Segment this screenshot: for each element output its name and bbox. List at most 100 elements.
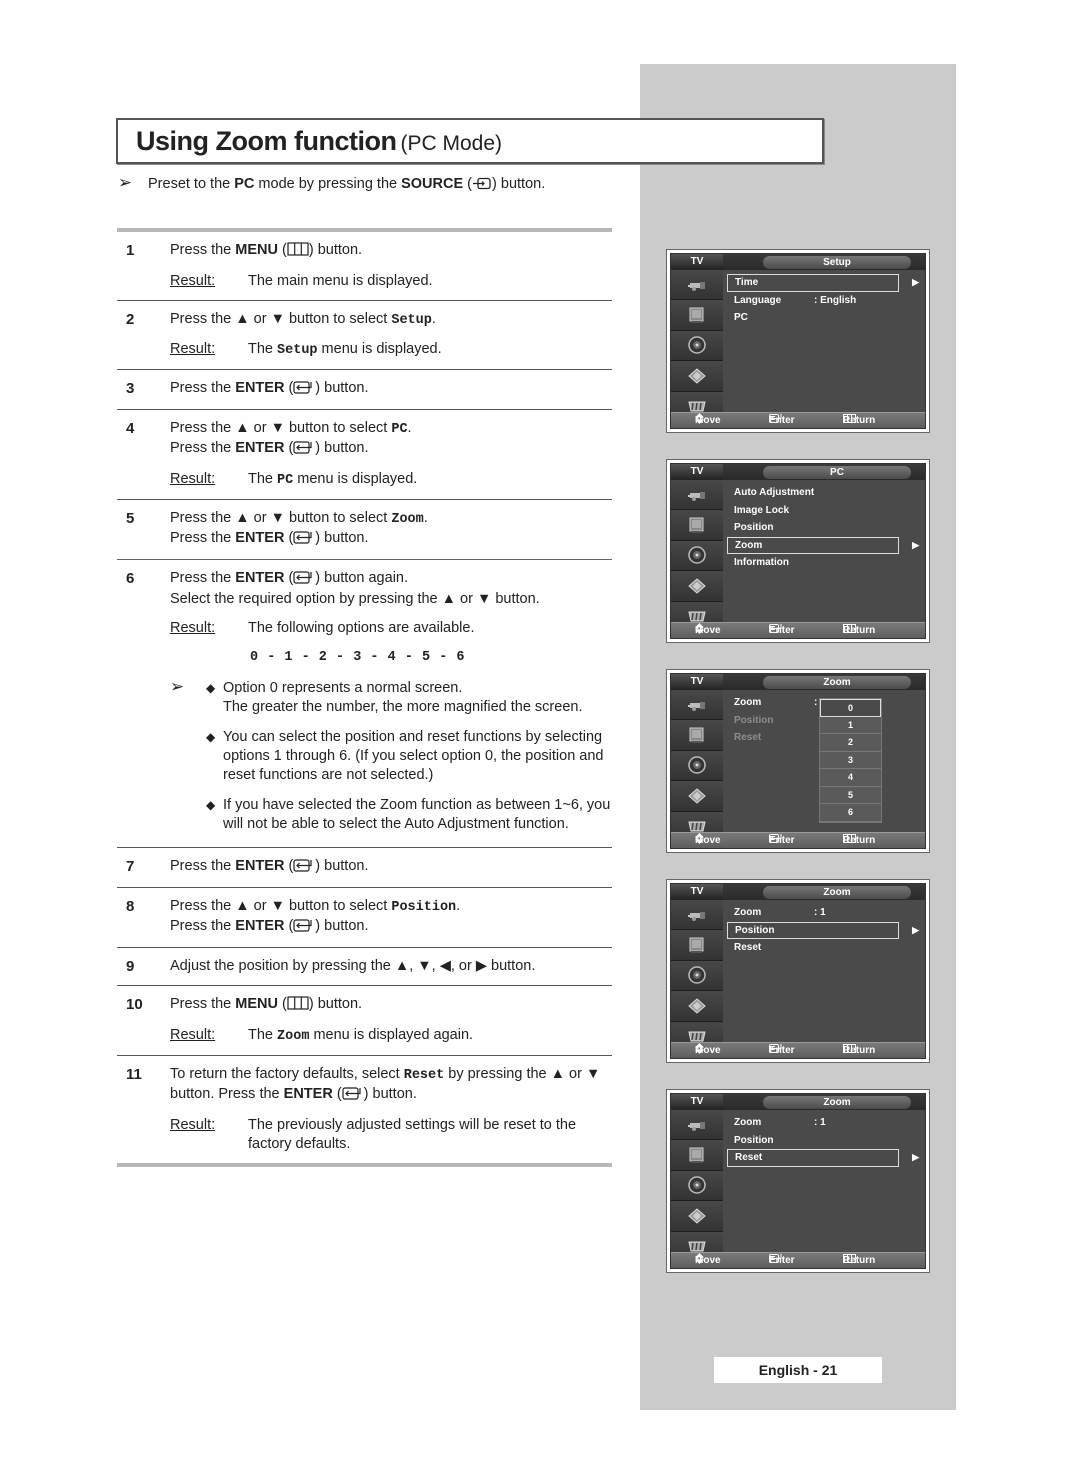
picture-icon[interactable] bbox=[671, 510, 723, 541]
osd-footer: Move Enter Return bbox=[671, 622, 925, 638]
input-icon[interactable] bbox=[671, 480, 723, 511]
input-icon[interactable] bbox=[671, 900, 723, 931]
osd-item-label: Reset bbox=[735, 1152, 763, 1163]
osd-item-label: Position bbox=[734, 1134, 774, 1146]
zoom-option[interactable]: 3 bbox=[820, 752, 881, 769]
picture-icon[interactable] bbox=[671, 300, 723, 331]
menu-item-name: Position bbox=[391, 900, 457, 915]
osd-menu-item[interactable]: Reset▶ bbox=[727, 939, 919, 957]
osd-menu-item[interactable]: Position▶ bbox=[727, 921, 919, 939]
step-text: To return the factory defaults, select bbox=[170, 1066, 404, 1082]
step-8: 8 Press the ▲ or ▼ button to select Posit… bbox=[117, 888, 612, 947]
step-1: 1 Press the MENU () button. Result: The mai… bbox=[117, 232, 612, 300]
step-2: 2 Press the ▲ or ▼ button to select Setup… bbox=[117, 301, 612, 369]
step-text: Press the ENTER () button. bbox=[170, 380, 369, 396]
steps-list: 1 Press the MENU () button. Result: The mai… bbox=[117, 228, 612, 1167]
sound-icon[interactable] bbox=[671, 330, 723, 362]
osd-menu-item[interactable]: Image Lock▶ bbox=[727, 502, 919, 520]
osd-item-label: Language bbox=[734, 294, 782, 306]
sound-icon[interactable] bbox=[671, 750, 723, 782]
zoom-option[interactable]: 4 bbox=[820, 769, 881, 787]
diamond-bullet-icon: ◆ bbox=[206, 798, 216, 812]
osd-menu-item[interactable]: Position▶ bbox=[727, 1132, 919, 1150]
diamond-bullet-icon: ◆ bbox=[206, 681, 216, 695]
osd-item-label: Time bbox=[735, 277, 759, 288]
osd-menu-title: Zoom bbox=[763, 676, 911, 689]
zoom-option[interactable]: 6 bbox=[820, 804, 881, 822]
osd-menu-item[interactable]: Position▶ bbox=[727, 519, 919, 537]
channel-icon[interactable] bbox=[671, 781, 723, 812]
step-text: Press the MENU () button. bbox=[170, 996, 362, 1012]
enter-icon bbox=[293, 440, 315, 460]
preset-note: ➢ Preset to the PC mode by pressing the S… bbox=[118, 173, 546, 192]
channel-icon[interactable] bbox=[671, 991, 723, 1022]
menu-icon bbox=[287, 242, 309, 262]
menu-item-name: Reset bbox=[403, 1068, 445, 1083]
picture-icon[interactable] bbox=[671, 930, 723, 961]
move-label: Move bbox=[695, 625, 721, 636]
divider bbox=[117, 1163, 612, 1167]
preset-text: Preset to the bbox=[148, 176, 235, 192]
step-text: Press the MENU () button. bbox=[170, 242, 362, 258]
step-4: 4 Press the ▲ or ▼ button to select PC. Pr… bbox=[117, 410, 612, 499]
osd-menu-item[interactable]: PC▶ bbox=[727, 309, 919, 327]
step-10: 10 Press the MENU () button. Result: The Zo… bbox=[117, 986, 612, 1055]
osd-menu-item[interactable]: Zoom ▶ bbox=[727, 536, 919, 554]
result-label: Result: bbox=[170, 1027, 216, 1043]
step-number: 9 bbox=[126, 958, 135, 975]
osd-item-value: : 1 bbox=[814, 1117, 826, 1128]
osd-footer: Move Enter Return bbox=[671, 1042, 925, 1058]
osd-menu-item[interactable]: Information▶ bbox=[727, 554, 919, 572]
osd-footer: Move Enter Return bbox=[671, 1252, 925, 1268]
step-instruction: Press the ▲ or ▼ button to select Zoom. bbox=[170, 509, 612, 529]
note-arrow-icon: ➢ bbox=[118, 173, 133, 192]
sound-icon[interactable] bbox=[671, 1170, 723, 1202]
osd-tv-label: TV bbox=[671, 464, 723, 480]
osd-screen-5: TVZoomZoom: 1▶Position▶Reset▶ Move Enter… bbox=[666, 1089, 930, 1273]
input-icon[interactable] bbox=[671, 690, 723, 721]
channel-icon[interactable] bbox=[671, 571, 723, 602]
osd-menu-item[interactable]: Time ▶ bbox=[727, 274, 919, 292]
title-sub: (PC Mode) bbox=[400, 132, 502, 155]
zoom-option[interactable]: 2 bbox=[820, 734, 881, 752]
step-instruction: Press the ▲ or ▼ button to select Setup. bbox=[170, 310, 612, 330]
sound-icon[interactable] bbox=[671, 960, 723, 992]
zoom-option[interactable]: 1 bbox=[820, 717, 881, 734]
osd-menu-items: Time ▶ Language: English ▶ PC▶ bbox=[727, 274, 919, 327]
osd-item-label: Zoom bbox=[735, 539, 763, 551]
input-icon[interactable] bbox=[671, 270, 723, 301]
osd-menu-item[interactable]: Language: English▶ bbox=[727, 292, 919, 310]
picture-icon[interactable] bbox=[671, 1140, 723, 1171]
sound-icon[interactable] bbox=[671, 540, 723, 572]
channel-icon[interactable] bbox=[671, 361, 723, 392]
step-instruction: Press the MENU () button. bbox=[170, 995, 612, 1016]
osd-menu-item[interactable]: Auto Adjustment▶ bbox=[727, 484, 919, 502]
osd-menu-item[interactable]: Zoom: 1▶ bbox=[727, 904, 919, 922]
picture-icon[interactable] bbox=[671, 720, 723, 751]
zoom-option[interactable]: 5 bbox=[820, 787, 881, 804]
osd-menu-items: Auto Adjustment▶Image Lock▶Position▶Zoom… bbox=[727, 484, 919, 572]
menu-item-name: Zoom bbox=[391, 512, 424, 527]
step-text: . bbox=[456, 898, 461, 914]
osd-menu-title: PC bbox=[763, 466, 911, 479]
enter-key-label: ENTER bbox=[235, 380, 285, 396]
osd-menu-title: Zoom bbox=[763, 1096, 911, 1109]
page-number: English - 21 bbox=[714, 1357, 882, 1383]
enter-key-label: ENTER bbox=[235, 570, 285, 586]
osd-menu-item[interactable]: Zoom: 1▶ bbox=[727, 1114, 919, 1132]
zoom-option[interactable]: 0 bbox=[820, 699, 881, 717]
enter-icon bbox=[293, 918, 315, 938]
step-3: 3 Press the ENTER () button. bbox=[117, 370, 612, 409]
osd-sidebar bbox=[671, 900, 723, 1052]
preset-text: mode by pressing the bbox=[254, 176, 402, 192]
channel-icon[interactable] bbox=[671, 1201, 723, 1232]
osd-menu-item[interactable]: Reset▶ bbox=[727, 1149, 919, 1167]
step-number: 2 bbox=[126, 311, 135, 328]
enter-key-label: ENTER bbox=[235, 440, 285, 456]
step-text: . bbox=[431, 311, 436, 327]
step-result: Result: The previously adjusted settings … bbox=[170, 1116, 612, 1154]
enter-icon bbox=[342, 1086, 364, 1106]
menu-item-name: Setup bbox=[391, 313, 432, 328]
input-icon[interactable] bbox=[671, 1110, 723, 1141]
step-instruction-line2: Press the ENTER () button. bbox=[170, 917, 612, 938]
